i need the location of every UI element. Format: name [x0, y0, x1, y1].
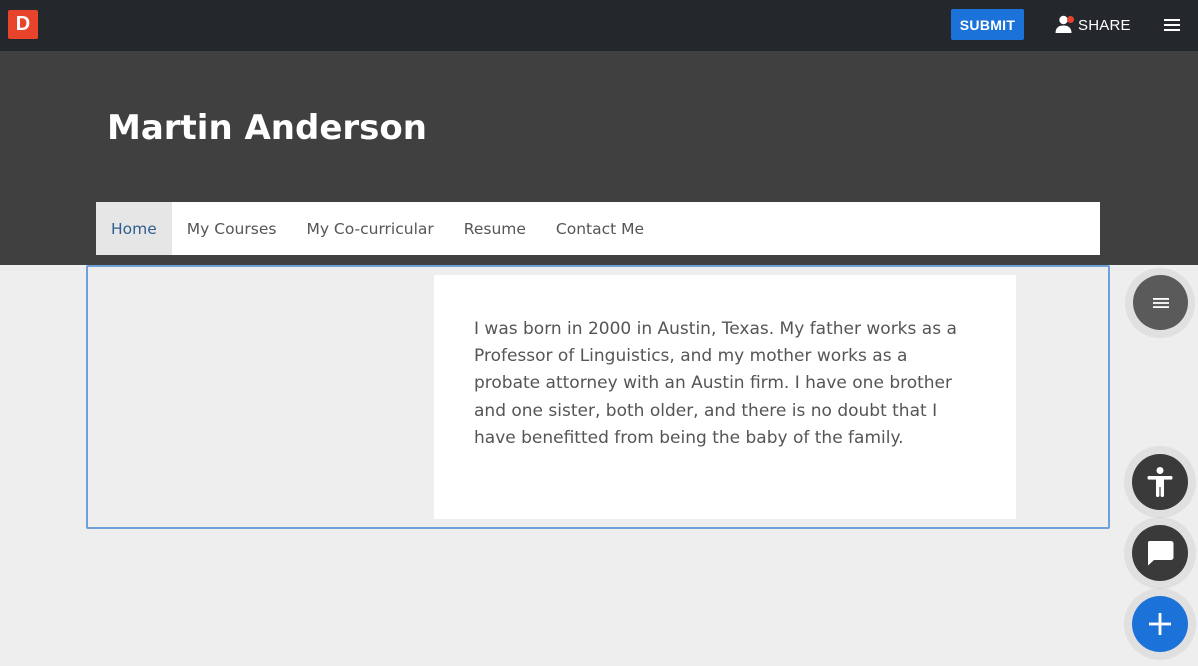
- tab-contact-me[interactable]: Contact Me: [541, 202, 659, 255]
- share-label: SHARE: [1078, 16, 1131, 34]
- site-navigation: Home My Courses My Co-curricular Resume …: [96, 202, 1100, 255]
- section-menu-button[interactable]: [1133, 275, 1188, 330]
- tab-home[interactable]: Home: [96, 202, 172, 255]
- add-button[interactable]: [1132, 596, 1188, 652]
- app-logo[interactable]: D: [8, 10, 38, 39]
- submit-button[interactable]: SUBMIT: [951, 9, 1024, 40]
- chat-button[interactable]: [1132, 525, 1188, 581]
- person-icon: [1055, 15, 1074, 35]
- bio-card: I was born in 2000 in Austin, Texas. My …: [434, 275, 1016, 519]
- tab-my-co-curricular[interactable]: My Co-curricular: [291, 202, 448, 255]
- top-bar: D SUBMIT SHARE: [0, 0, 1198, 51]
- hamburger-icon: [1152, 297, 1169, 308]
- accessibility-icon: [1147, 467, 1173, 497]
- chat-bubble-icon: [1147, 541, 1174, 566]
- accessibility-button[interactable]: [1132, 454, 1188, 510]
- plus-icon: [1149, 613, 1171, 635]
- main-menu-button[interactable]: [1163, 17, 1181, 33]
- page-title: Martin Anderson: [107, 108, 427, 148]
- tab-my-courses[interactable]: My Courses: [172, 202, 292, 255]
- notification-dot: [1067, 16, 1074, 23]
- tab-resume[interactable]: Resume: [449, 202, 541, 255]
- bio-text: I was born in 2000 in Austin, Texas. My …: [474, 319, 957, 448]
- hamburger-icon: [1164, 19, 1180, 31]
- share-button[interactable]: SHARE: [1055, 12, 1133, 38]
